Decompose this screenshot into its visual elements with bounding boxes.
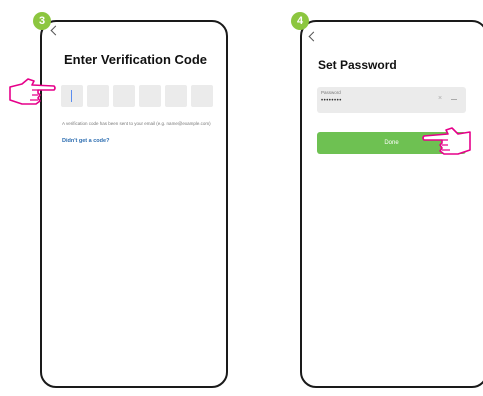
pointing-hand-icon (422, 127, 471, 155)
step-badge-3: 3 (33, 12, 51, 30)
code-digit-input-5[interactable] (165, 85, 187, 107)
resend-code-link[interactable]: Didn't get a code? (62, 138, 109, 144)
eye-icon[interactable] (451, 99, 457, 100)
set-password-title: Set Password (318, 58, 397, 72)
pointing-hand-icon (9, 78, 56, 105)
code-digit-input-6[interactable] (191, 85, 213, 107)
code-digit-input-1[interactable] (61, 85, 83, 107)
code-digit-input-2[interactable] (87, 85, 109, 107)
phone-verification-screen (40, 20, 228, 388)
step-badge-4: 4 (291, 12, 309, 30)
verification-title: Enter Verification Code (64, 52, 208, 67)
text-cursor (71, 90, 72, 102)
verification-hint: A verification code has been sent to you… (62, 121, 211, 126)
phone-password-screen (300, 20, 483, 388)
instruction-illustration: 3 Enter Verification Code A verification… (0, 0, 483, 396)
code-digit-input-4[interactable] (139, 85, 161, 107)
password-value: •••••••• (321, 98, 342, 104)
password-label: Password (321, 90, 341, 95)
password-input[interactable]: Password •••••••• × (317, 87, 466, 113)
code-digit-input-3[interactable] (113, 85, 135, 107)
clear-icon[interactable]: × (438, 95, 442, 102)
